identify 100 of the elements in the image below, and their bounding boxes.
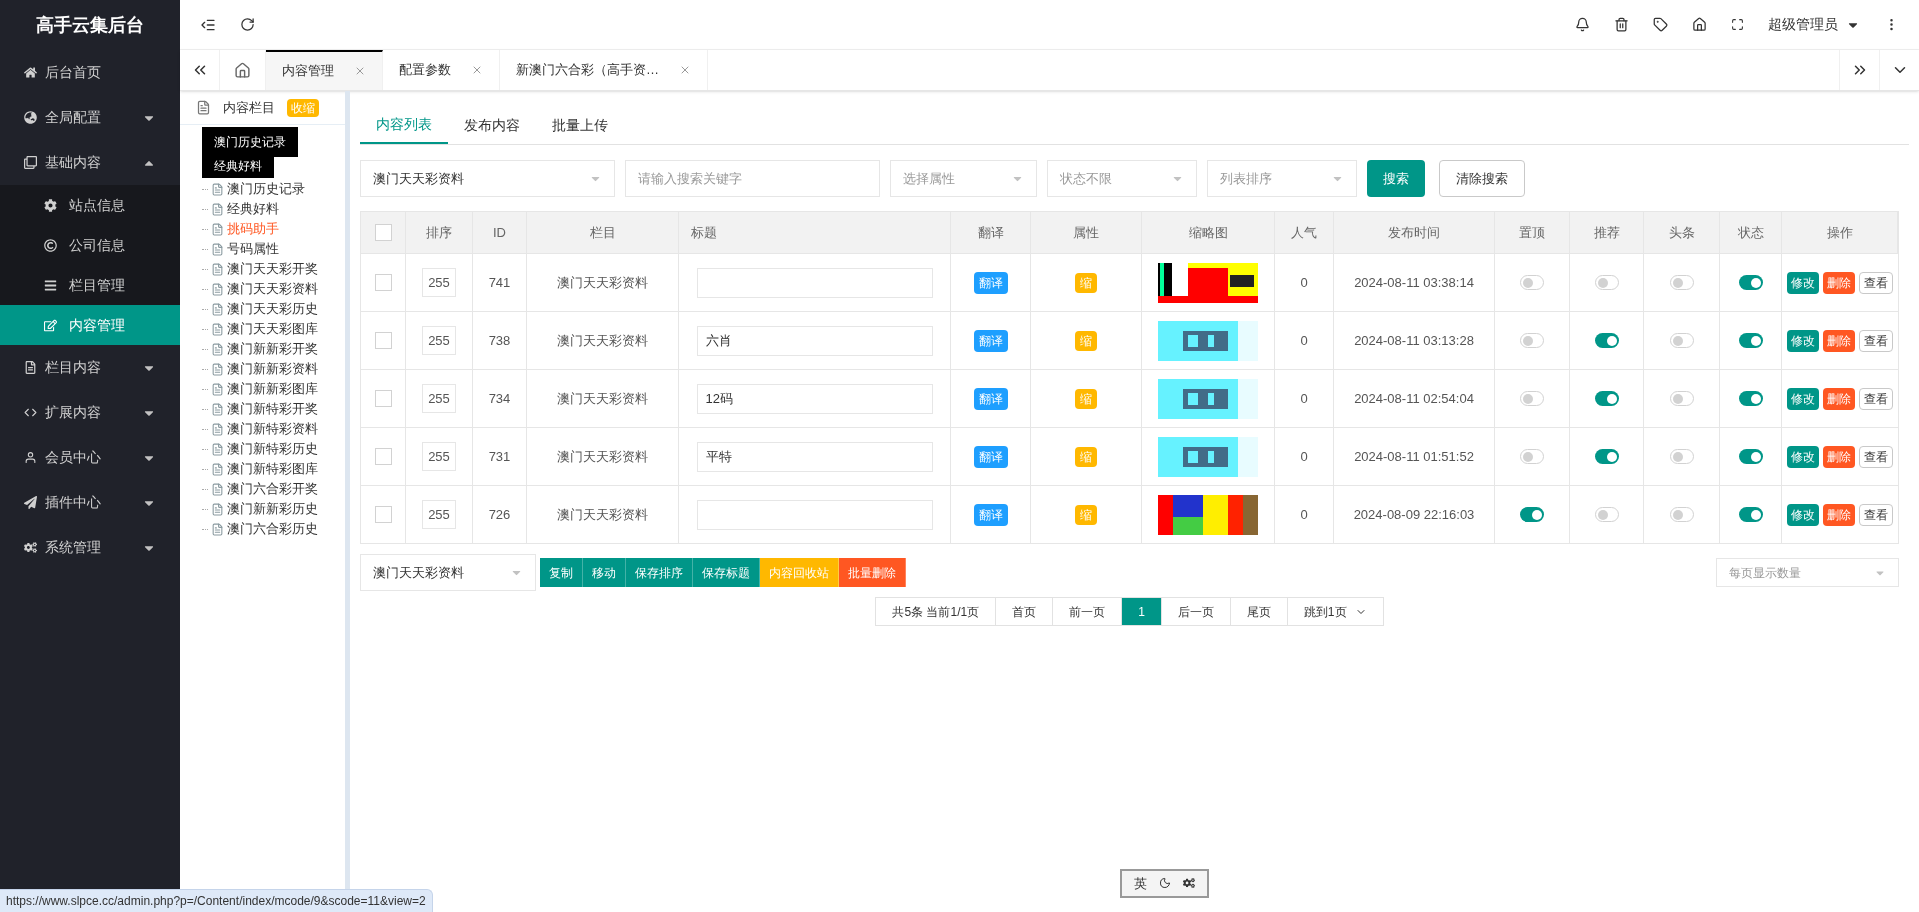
toggle-switch[interactable] <box>1669 333 1694 348</box>
tree-item[interactable]: 澳门新特彩图库 <box>227 459 318 479</box>
submenu-item[interactable]: 公司信息 <box>0 225 180 265</box>
sidebar-item[interactable]: 会员中心 <box>0 435 180 480</box>
close-icon[interactable] <box>679 64 691 76</box>
view-button[interactable]: 查看 <box>1859 445 1893 468</box>
refresh-icon[interactable] <box>240 17 255 32</box>
sort-field[interactable]: 255 <box>422 500 456 529</box>
clear-search-button[interactable]: 清除搜索 <box>1439 160 1525 197</box>
view-button[interactable]: 查看 <box>1859 387 1893 410</box>
checkbox[interactable] <box>374 332 392 349</box>
toggle-switch[interactable] <box>1594 333 1619 348</box>
search-field[interactable]: 请输入搜索关键字 <box>625 160 880 197</box>
toggle-switch[interactable] <box>1520 391 1544 406</box>
toggle-switch[interactable] <box>1594 507 1619 522</box>
content-tab[interactable]: 发布内容 <box>448 107 536 144</box>
toggle-switch[interactable] <box>1738 449 1763 464</box>
toggle-switch[interactable] <box>1594 275 1619 290</box>
sidebar-item[interactable]: 全局配置 <box>0 95 180 140</box>
trash-icon[interactable] <box>1614 17 1629 32</box>
toggle-switch[interactable] <box>1738 333 1763 348</box>
batch-button[interactable]: 保存标题 <box>693 558 760 587</box>
tree-item[interactable]: 澳门天天彩资料 <box>227 279 318 299</box>
sidebar-item[interactable]: 扩展内容 <box>0 390 180 435</box>
tree-item[interactable]: 澳门新新彩开奖 <box>227 339 318 359</box>
edit-button[interactable]: 修改 <box>1787 271 1819 294</box>
checkbox[interactable] <box>374 224 392 241</box>
tree-item[interactable]: 澳门六合彩历史 <box>227 519 318 539</box>
view-button[interactable]: 查看 <box>1859 503 1893 526</box>
toggle-switch[interactable] <box>1738 275 1763 290</box>
bell-icon[interactable] <box>1575 17 1590 32</box>
toggle-switch[interactable] <box>1738 391 1763 406</box>
title-field[interactable] <box>696 499 933 530</box>
edit-button[interactable]: 修改 <box>1787 387 1819 410</box>
edit-button[interactable]: 修改 <box>1787 445 1819 468</box>
sort-field[interactable]: 255 <box>422 268 456 297</box>
close-icon[interactable] <box>471 64 483 76</box>
sidebar-item[interactable]: 栏目内容 <box>0 345 180 390</box>
batch-button[interactable]: 保存排序 <box>626 558 693 587</box>
toggle-switch[interactable] <box>1520 449 1544 464</box>
tree-item[interactable]: 澳门新特彩开奖 <box>227 399 318 419</box>
title-field[interactable] <box>696 267 933 298</box>
sort-field[interactable]: 255 <box>422 384 456 413</box>
tree-item[interactable]: 澳门新特彩资料 <box>227 419 318 439</box>
sidebar-item[interactable]: 基础内容 <box>0 140 180 185</box>
close-icon[interactable] <box>354 65 366 77</box>
view-button[interactable]: 查看 <box>1859 329 1893 352</box>
tree-item[interactable]: 澳门历史记录 <box>227 179 305 199</box>
checkbox[interactable] <box>374 506 392 523</box>
toggle-switch[interactable] <box>1594 391 1619 406</box>
toggle-switch[interactable] <box>1520 507 1544 522</box>
content-tab[interactable]: 批量上传 <box>536 107 624 144</box>
tree-item[interactable]: 澳门天天彩开奖 <box>227 259 318 279</box>
batch-button[interactable]: 移动 <box>583 558 626 587</box>
title-field[interactable]: 12码 <box>696 383 933 414</box>
tree-item[interactable]: 澳门天天彩图库 <box>227 319 318 339</box>
submenu-item[interactable]: 内容管理 <box>0 305 180 345</box>
sidebar-item[interactable]: 后台首页 <box>0 50 180 95</box>
toggle-switch[interactable] <box>1669 391 1694 406</box>
toggle-switch[interactable] <box>1669 275 1694 290</box>
select-field[interactable]: 澳门天天彩资料 <box>360 554 536 591</box>
tree-item[interactable]: 澳门新新彩图库 <box>227 379 318 399</box>
tree-item[interactable]: 澳门新新彩资料 <box>227 359 318 379</box>
checkbox[interactable] <box>374 448 392 465</box>
user-menu[interactable]: 超级管理员 <box>1768 14 1860 35</box>
sidebar-item[interactable]: 系统管理 <box>0 525 180 570</box>
checkbox[interactable] <box>374 274 392 291</box>
page-tab[interactable]: 新澳门六合彩（高手资… <box>500 50 708 90</box>
search-button[interactable]: 搜索 <box>1367 160 1425 197</box>
tree-item[interactable]: 澳门天天彩历史 <box>227 299 318 319</box>
toggle-switch[interactable] <box>1594 449 1619 464</box>
tree-item[interactable]: 经典好料 <box>227 199 279 219</box>
edit-button[interactable]: 修改 <box>1787 503 1819 526</box>
submenu-item[interactable]: 栏目管理 <box>0 265 180 305</box>
select-field[interactable]: 澳门天天彩资料 <box>360 160 615 197</box>
view-button[interactable]: 查看 <box>1859 271 1893 294</box>
sort-field[interactable]: 255 <box>422 442 456 471</box>
toggle-switch[interactable] <box>1738 507 1763 522</box>
home-icon[interactable] <box>1692 17 1707 32</box>
sort-field[interactable]: 255 <box>422 326 456 355</box>
page-tab[interactable]: 配置参数 <box>383 50 500 90</box>
submenu-item[interactable]: 站点信息 <box>0 185 180 225</box>
toggle-switch[interactable] <box>1669 449 1694 464</box>
page-tab[interactable]: 内容管理 <box>266 50 383 90</box>
sidebar-item[interactable]: 插件中心 <box>0 480 180 525</box>
title-field[interactable]: 六肖 <box>696 325 933 356</box>
toggle-switch[interactable] <box>1669 507 1694 522</box>
toggle-switch[interactable] <box>1520 275 1544 290</box>
tree-item[interactable]: 澳门新新彩历史 <box>227 499 318 519</box>
tree-item[interactable]: 澳门六合彩开奖 <box>227 479 318 499</box>
toggle-switch[interactable] <box>1520 333 1544 348</box>
checkbox[interactable] <box>374 390 392 407</box>
edit-button[interactable]: 修改 <box>1787 329 1819 352</box>
batch-button[interactable]: 复制 <box>540 558 583 587</box>
tag-icon[interactable] <box>1653 17 1668 32</box>
content-tab[interactable]: 内容列表 <box>360 107 448 144</box>
title-field[interactable]: 平特 <box>696 441 933 472</box>
tree-item[interactable]: 号码属性 <box>227 239 279 259</box>
input-method-indicator[interactable]: 英 <box>1120 868 1209 898</box>
fullscreen-icon[interactable] <box>1731 18 1744 31</box>
